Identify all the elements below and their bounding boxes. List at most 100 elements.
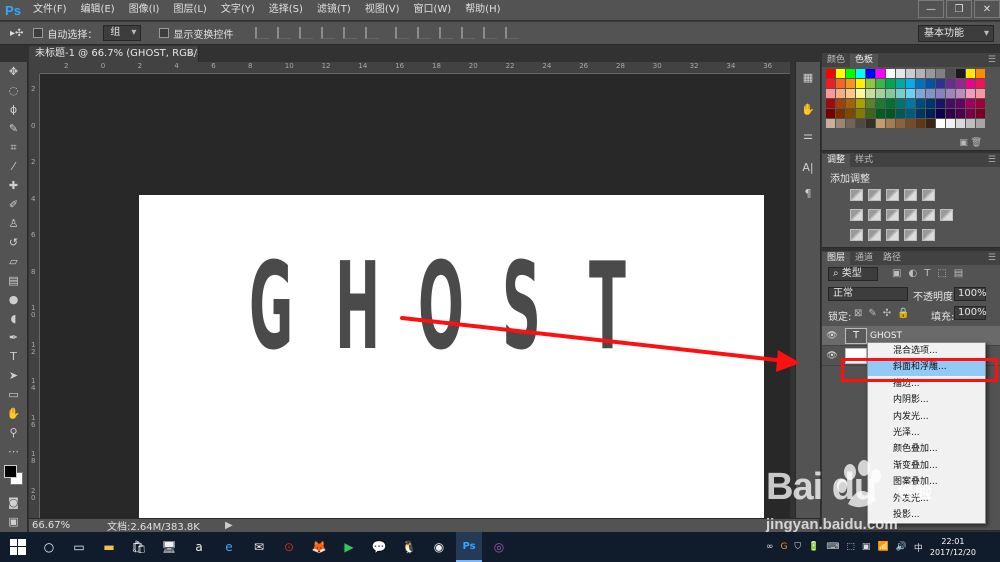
menu-inner-glow[interactable]: 内发光... [868,409,985,425]
color-swatch[interactable] [906,79,915,88]
color-swatch[interactable] [826,69,835,78]
color-swatch[interactable] [936,109,945,118]
color-swatch[interactable] [946,69,955,78]
color-swatch[interactable] [896,119,905,128]
color-swatch[interactable] [946,99,955,108]
brightness-icon[interactable] [850,189,863,201]
minimize-button[interactable]: — [918,0,944,18]
lock-transparency-icon[interactable]: ⊠ [854,308,862,319]
color-swatch[interactable] [866,109,875,118]
menu-help[interactable]: 帮助(H) [458,0,507,20]
hue-saturation-icon[interactable] [850,209,863,221]
screen-mode-icon[interactable]: ▣ [0,512,27,531]
search-icon[interactable]: ○ [36,532,62,562]
color-swatch[interactable] [936,69,945,78]
zoom-field[interactable]: 66.67% [29,520,71,531]
color-swatch[interactable] [866,119,875,128]
black-white-icon[interactable] [886,209,899,221]
filter-type-icon[interactable]: T [924,268,930,279]
zoom-tool-icon[interactable]: ⚲ [0,423,27,442]
panel-menu-icon[interactable]: ☰ [988,253,996,263]
tab-color[interactable]: 颜色 [822,54,850,67]
color-swatch[interactable] [846,69,855,78]
align-hcenter-icon[interactable] [343,27,358,39]
distribute-vcenter-icon[interactable] [417,27,432,39]
color-swatch[interactable] [886,89,895,98]
color-swatch[interactable] [826,79,835,88]
canvas-area[interactable]: GHOST [40,74,790,546]
color-swatch[interactable] [836,109,845,118]
selective-color-icon[interactable] [922,229,935,241]
lock-position-icon[interactable]: ✣ [883,308,891,319]
fill-input[interactable]: 100% [954,306,987,320]
rectangle-tool-icon[interactable]: ▭ [0,385,27,404]
exposure-icon[interactable] [904,189,917,201]
history-brush-icon[interactable]: ↺ [0,233,27,252]
color-swatch[interactable] [966,109,975,118]
status-menu-arrow-icon[interactable]: ▶ [225,520,233,531]
color-swatch[interactable] [976,99,985,108]
qq-icon[interactable]: 🐧 [396,532,422,562]
photo-filter-icon[interactable] [904,209,917,221]
swatch-footer-icons[interactable]: ▣ 🗑 [959,138,982,148]
dodge-tool-icon[interactable]: ◖ [0,309,27,328]
tab-close-icon[interactable]: × [186,46,194,62]
tray-window-icon[interactable]: ⬚ [846,542,855,552]
color-swatch[interactable] [826,99,835,108]
foreground-color[interactable] [4,465,17,478]
type-tool-icon[interactable]: T [0,347,27,366]
pen-tool-icon[interactable]: ✒ [0,328,27,347]
netease-music-icon[interactable]: ⊙ [276,532,302,562]
quick-select-tool-icon[interactable]: ✎ [0,119,27,138]
color-swatch[interactable] [846,79,855,88]
color-swatch[interactable] [846,99,855,108]
color-swatch[interactable] [896,89,905,98]
color-swatch[interactable] [946,79,955,88]
video-player-icon[interactable]: ▶ [336,532,362,562]
color-swatch[interactable] [916,79,925,88]
move-tool-icon[interactable]: ▸✣ [10,28,23,39]
distribute-left-icon[interactable] [461,27,476,39]
menu-filter[interactable]: 滤镜(T) [310,0,358,20]
color-swatch[interactable] [866,89,875,98]
color-swatch[interactable] [846,119,855,128]
color-swatch[interactable] [966,99,975,108]
color-swatch[interactable] [946,109,955,118]
color-swatch[interactable] [956,109,965,118]
tab-paths[interactable]: 路径 [878,252,906,265]
color-swatch[interactable] [846,89,855,98]
color-swatch[interactable] [866,69,875,78]
color-swatch[interactable] [896,99,905,108]
tray-keyboard-icon[interactable]: ⌨ [826,542,839,552]
color-swatch[interactable] [976,79,985,88]
menu-layer[interactable]: 图层(L) [166,0,213,20]
properties-panel-icon[interactable]: ⚌ [796,124,820,146]
document-tab[interactable]: 未标题-1 @ 66.7% (GHOST, RGB/8) * × [29,46,199,62]
color-swatch[interactable] [906,89,915,98]
document-info[interactable]: 文档:2.64M/383.8K [107,518,223,533]
color-swatch[interactable] [886,99,895,108]
character-panel-icon[interactable]: A| [796,156,820,178]
hand-tool-icon[interactable]: ✋ [0,404,27,423]
color-swatch[interactable] [856,79,865,88]
color-swatch[interactable] [906,69,915,78]
color-swatch[interactable] [976,109,985,118]
color-swatch[interactable] [836,79,845,88]
lasso-tool-icon[interactable]: ϕ [0,100,27,119]
amazon-icon[interactable]: a [186,532,212,562]
color-swatch[interactable] [936,119,945,128]
marquee-tool-icon[interactable]: ◌ [0,81,27,100]
auto-select-dropdown[interactable]: 组 [103,25,142,41]
more-tools-icon[interactable]: ⋯ [0,442,27,461]
filter-pixel-icon[interactable]: ▣ [892,268,901,279]
input-method-icon[interactable]: 中 [914,541,923,554]
vibrance-icon[interactable] [922,189,935,201]
color-swatch[interactable] [926,79,935,88]
color-swatch[interactable] [856,99,865,108]
taskbar-clock[interactable]: 22:01 2017/12/20 [930,536,976,558]
file-explorer-icon[interactable]: ▬ [96,532,122,562]
align-left-icon[interactable] [321,27,336,39]
color-swatch[interactable] [956,79,965,88]
visibility-eye-icon[interactable]: 👁 [822,331,842,341]
color-swatch[interactable] [966,79,975,88]
